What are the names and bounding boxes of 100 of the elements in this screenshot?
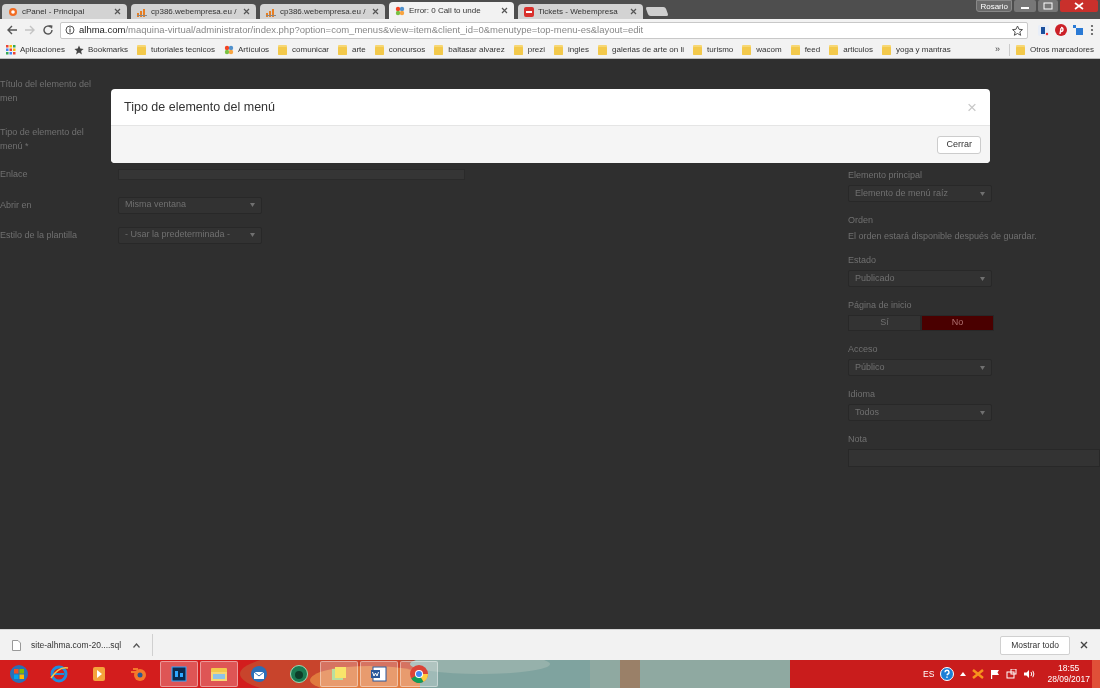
reload-icon[interactable] [42, 24, 54, 36]
taskbar-button[interactable] [160, 661, 198, 687]
bookmark-item[interactable]: wacom [742, 43, 782, 56]
field-label: Orden [848, 214, 874, 226]
caret-icon [980, 365, 985, 370]
bookmark-item[interactable]: galerias de arte on li [598, 43, 685, 56]
caret-icon [250, 203, 255, 207]
folder-icon [693, 44, 704, 55]
back-icon[interactable] [6, 24, 18, 36]
joomla-icon [395, 5, 405, 16]
field-label: Enlace [0, 168, 29, 181]
bookmark-item[interactable]: yoga y mantras [882, 43, 951, 56]
browser-tab[interactable]: Error: 0 Call to unde [389, 2, 514, 19]
network-icon[interactable] [1006, 669, 1018, 679]
field-label: Estado [848, 254, 878, 266]
minimize-button[interactable] [1014, 0, 1036, 12]
close-dialog-button[interactable]: Cerrar [937, 135, 981, 154]
flag-icon[interactable] [990, 669, 1001, 679]
folder-icon [554, 44, 565, 55]
close-icon[interactable] [1080, 641, 1088, 649]
bookmark-item[interactable]: concursos [374, 43, 426, 56]
folder-icon [598, 44, 608, 55]
taskbar-button[interactable] [360, 661, 398, 687]
bookmark-item[interactable]: Artículos [223, 43, 270, 56]
folder-icon [374, 44, 385, 55]
bar-chart-icon [266, 6, 276, 17]
folder-icon [1015, 44, 1026, 55]
bookmark-item[interactable]: Otros marcadores [1008, 43, 1094, 56]
folder-icon [338, 44, 348, 55]
show-all-button[interactable]: Mostrar todo [1000, 635, 1070, 655]
bookmark-item[interactable]: tutoriales tecnicos [136, 43, 215, 56]
close-icon[interactable] [114, 8, 121, 15]
caret-icon [980, 410, 985, 415]
pin-icon[interactable] [1055, 24, 1067, 36]
extension-icon[interactable] [1038, 24, 1049, 36]
star-icon [73, 44, 84, 55]
folder-icon [513, 44, 524, 55]
close-window-button[interactable] [1060, 0, 1098, 12]
field-label: Idioma [848, 388, 876, 400]
info-icon[interactable] [65, 25, 75, 35]
profile-button[interactable]: Rosario [976, 0, 1012, 12]
language-indicator[interactable]: ES [923, 667, 935, 681]
close-icon[interactable] [501, 7, 508, 14]
bookmark-item[interactable]: turismo [693, 43, 734, 56]
browser-tab[interactable]: cPanel - Principal [2, 4, 127, 19]
ticket-icon [524, 6, 534, 17]
mail-icon [249, 664, 269, 684]
field-label: Elemento principal [848, 169, 924, 181]
bookmark-item[interactable]: ingles [554, 43, 589, 56]
clock[interactable]: 18:55 28/09/2017 [1047, 663, 1090, 685]
close-icon[interactable] [372, 8, 379, 15]
bookmark-item[interactable]: Aplicaciones [6, 43, 65, 56]
cpanel-icon [8, 6, 18, 17]
bookmark-item[interactable]: feed [790, 43, 821, 56]
folder-icon [829, 44, 840, 55]
folder-icon [790, 44, 801, 55]
chevron-up-icon[interactable] [133, 642, 141, 648]
chrome-icon [409, 664, 429, 684]
bookmark-item[interactable]: comunicar [278, 43, 329, 56]
bar-chart-icon [137, 6, 147, 17]
new-tab-button[interactable] [645, 7, 669, 16]
bookmark-item[interactable]: Bookmarks [73, 43, 128, 56]
taskbar-button[interactable] [400, 661, 438, 687]
field-label: Acceso [848, 343, 879, 355]
apps-icon [6, 44, 16, 55]
field-label: Título del elemento del men [0, 78, 93, 105]
folder-icon [882, 44, 892, 55]
help-text: El orden estará disponible después de guardar. [848, 230, 1038, 242]
download-item[interactable]: site-alhma.com-20....sql [31, 638, 122, 652]
toggle-option[interactable]: No [921, 315, 994, 331]
bookmark-item[interactable]: arte [338, 43, 366, 56]
start-icon [9, 664, 29, 684]
browser-icon [49, 664, 69, 684]
folder-icon [434, 44, 445, 55]
browser-tab[interactable]: Tickets - Webempresa [518, 4, 643, 19]
file-icon [12, 639, 21, 651]
modal-title: Tipo de elemento del menú [124, 98, 276, 116]
maximize-button[interactable] [1038, 0, 1058, 12]
bookmark-item[interactable]: baltasar alvarez [434, 43, 505, 56]
photoshop-icon [169, 664, 189, 684]
bookmark-item[interactable]: articulos [829, 43, 873, 56]
folder-icon [136, 44, 147, 55]
caret-icon [250, 233, 255, 237]
more-bookmarks-button[interactable]: » [994, 42, 1000, 57]
chevron-up-icon[interactable] [960, 672, 967, 676]
field-label: Nota [848, 433, 868, 445]
folder-icon [742, 44, 753, 55]
folder-icon [278, 44, 289, 55]
star-icon[interactable] [1012, 24, 1023, 36]
close-icon[interactable] [243, 8, 250, 15]
caret-icon [980, 191, 985, 196]
joomla-icon [223, 44, 234, 55]
bookmark-item[interactable]: prezi [513, 43, 546, 56]
browser-tab[interactable]: cp386.webempresa.eu / [260, 4, 385, 19]
menu-icon[interactable] [1090, 24, 1094, 36]
volume-icon[interactable] [1023, 669, 1036, 679]
close-icon[interactable] [630, 8, 637, 15]
extension-icon[interactable] [1073, 24, 1084, 36]
browser-tab[interactable]: cp386.webempresa.eu / [131, 4, 256, 19]
caret-icon [980, 276, 985, 281]
